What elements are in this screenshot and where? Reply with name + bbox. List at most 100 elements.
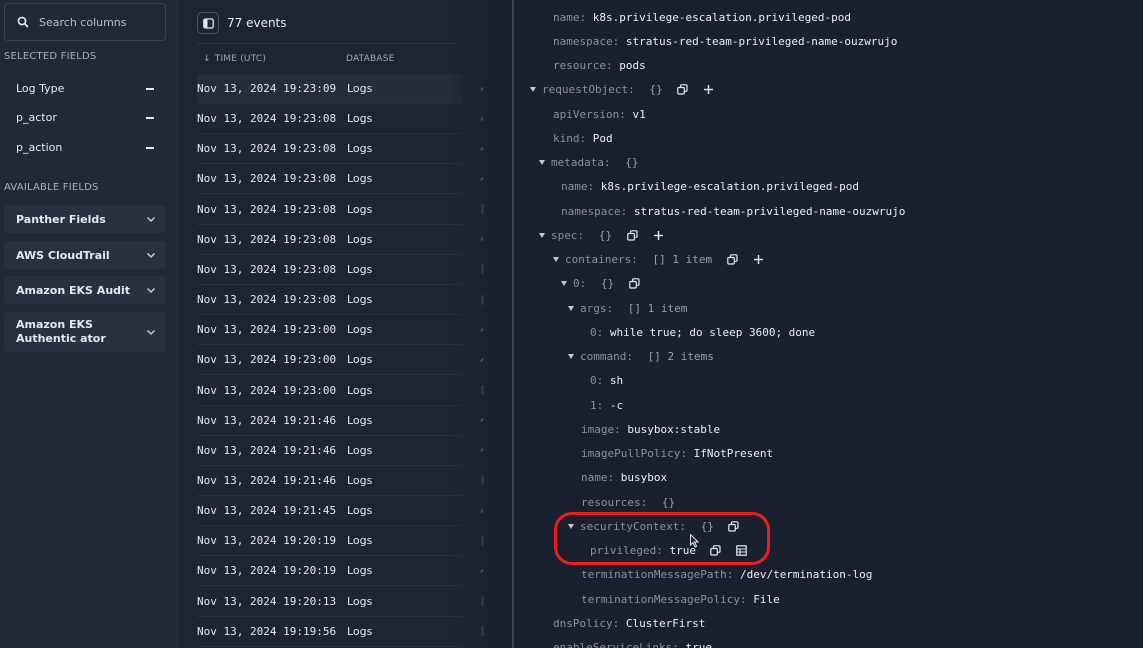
- expand-caret-icon[interactable]: [530, 87, 536, 93]
- add-column-icon[interactable]: [652, 229, 664, 241]
- event-time: Nov 13, 2024 19:23:08: [197, 112, 337, 126]
- event-time: Nov 13, 2024 19:21:45: [197, 504, 337, 518]
- json-line[interactable]: args: [] 1 item: [568, 300, 687, 316]
- event-database: Logs: [347, 624, 373, 638]
- remove-field-icon[interactable]: [146, 116, 154, 119]
- json-line[interactable]: spec: {}: [539, 227, 664, 243]
- json-key: 0: [590, 374, 597, 388]
- expand-caret-icon[interactable]: [561, 281, 567, 287]
- event-row[interactable]: Nov 13, 2024 19:23:08 Logs: [197, 195, 484, 225]
- event-row[interactable]: Nov 13, 2024 19:20:13 Logs: [197, 587, 484, 617]
- column-header-label: TIME (UTC): [214, 54, 267, 64]
- event-time: Nov 13, 2024 19:21:46: [197, 443, 337, 457]
- json-line: terminationMessagePolicy: File: [581, 591, 780, 607]
- search-columns-input[interactable]: [39, 15, 159, 29]
- json-line: enableServiceLinks: true: [553, 640, 712, 648]
- json-line: namespace: stratus-red-team-privileged-n…: [561, 203, 905, 219]
- expand-caret-icon[interactable]: [568, 305, 574, 311]
- expand-caret-icon[interactable]: [539, 232, 545, 238]
- json-colon: :: [596, 398, 610, 412]
- json-type-meta: [] 1 item: [652, 253, 713, 266]
- json-colon: :: [612, 616, 626, 630]
- event-row[interactable]: Nov 13, 2024 19:23:08 Logs: [197, 285, 484, 316]
- json-colon: :: [620, 204, 634, 218]
- field-group-eks-audit[interactable]: Amazon EKS Audit: [4, 276, 166, 304]
- event-row[interactable]: Nov 13, 2024 19:23:08 Logs: [197, 104, 484, 135]
- json-line: name: k8s.privilege-escalation.privilege…: [553, 9, 851, 25]
- event-row[interactable]: Nov 13, 2024 19:23:08 Logs: [197, 164, 484, 195]
- field-group-panther[interactable]: Panther Fields: [4, 205, 166, 233]
- event-time: Nov 13, 2024 19:23:08: [197, 202, 337, 216]
- event-time: Nov 13, 2024 19:23:00: [197, 323, 337, 337]
- event-row[interactable]: Nov 13, 2024 19:23:00 Logs: [197, 376, 484, 406]
- event-database: Logs: [347, 534, 373, 548]
- json-key: resources: [581, 495, 641, 509]
- json-colon: :: [672, 641, 686, 648]
- json-colon: :: [607, 471, 621, 485]
- event-database: Logs: [347, 232, 373, 246]
- expand-caret-icon[interactable]: [553, 257, 559, 262]
- header-divider: [197, 43, 459, 44]
- event-row[interactable]: Nov 13, 2024 19:21:45 Logs: [197, 496, 484, 527]
- json-line[interactable]: metadata: {}: [539, 155, 638, 171]
- json-key: enableServiceLinks: [553, 641, 673, 648]
- expand-caret-icon[interactable]: [539, 160, 545, 165]
- event-row[interactable]: Nov 13, 2024 19:23:08 Logs: [197, 255, 484, 285]
- json-colon: :: [631, 253, 645, 266]
- event-database: Logs: [347, 504, 373, 518]
- event-time: Nov 13, 2024 19:23:08: [197, 262, 337, 276]
- mouse-cursor-icon: [690, 534, 699, 548]
- json-key: args: [580, 301, 607, 315]
- json-colon: :: [587, 180, 601, 194]
- event-database: Logs: [347, 594, 373, 608]
- event-row[interactable]: Nov 13, 2024 19:21:46 Logs: [197, 466, 484, 496]
- remove-field-icon[interactable]: [146, 87, 154, 90]
- json-line[interactable]: containers: [] 1 item: [553, 252, 764, 268]
- field-group-cloudtrail[interactable]: AWS CloudTrail: [4, 241, 166, 269]
- json-colon: :: [612, 34, 626, 48]
- event-row[interactable]: Nov 13, 2024 19:20:19 Logs: [197, 526, 484, 557]
- json-line: name: busybox: [581, 470, 667, 486]
- column-header-time[interactable]: ↓ TIME (UTC): [203, 54, 266, 64]
- copy-icon[interactable]: [628, 278, 640, 290]
- field-group-eks-authenticator[interactable]: Amazon EKS Authentic ator: [4, 312, 166, 352]
- add-column-icon[interactable]: [703, 84, 715, 96]
- json-key: apiVersion: [553, 107, 620, 121]
- field-group-label: Panther Fields: [16, 212, 106, 226]
- json-colon: :: [628, 83, 642, 97]
- event-row[interactable]: Nov 13, 2024 19:23:00 Logs: [197, 315, 484, 346]
- json-line[interactable]: command: [] 2 items: [568, 349, 714, 365]
- event-row[interactable]: Nov 13, 2024 19:23:08 Logs: [197, 134, 484, 165]
- json-key: name: [581, 471, 608, 485]
- event-row[interactable]: Nov 13, 2024 19:21:46 Logs: [197, 406, 484, 436]
- column-header-database[interactable]: DATABASE: [346, 54, 395, 64]
- event-row[interactable]: Nov 13, 2024 19:23:00 Logs: [197, 345, 484, 376]
- json-key: 0: [590, 325, 597, 339]
- event-time: Nov 13, 2024 19:23:08: [197, 142, 337, 156]
- search-columns-field[interactable]: [4, 3, 166, 41]
- json-line[interactable]: 0: {}: [561, 276, 640, 292]
- event-row[interactable]: Nov 13, 2024 19:19:56 Logs: [197, 617, 484, 647]
- copy-icon[interactable]: [626, 229, 638, 241]
- event-row[interactable]: Nov 13, 2024 19:23:09 Logs: [197, 74, 484, 104]
- json-line: resources: {}: [581, 494, 675, 510]
- json-key: namespace: [553, 34, 613, 48]
- chevron-down-icon: [146, 329, 156, 336]
- json-value: IfNotPresent: [693, 447, 774, 460]
- copy-icon[interactable]: [726, 254, 738, 266]
- event-time: Nov 13, 2024 19:23:08: [197, 232, 337, 246]
- selected-field-label: p_action: [16, 141, 63, 154]
- copy-icon[interactable]: [677, 84, 689, 96]
- expand-caret-icon[interactable]: [568, 354, 574, 359]
- event-row[interactable]: Nov 13, 2024 19:20:19 Logs: [197, 556, 484, 587]
- field-group-label: Amazon EKS Authentic ator: [16, 318, 106, 345]
- json-colon: :: [577, 228, 591, 242]
- event-row[interactable]: Nov 13, 2024 19:23:08 Logs: [197, 225, 484, 255]
- remove-field-icon[interactable]: [146, 146, 154, 149]
- event-row[interactable]: Nov 13, 2024 19:21:46 Logs: [197, 436, 484, 466]
- json-line[interactable]: requestObject: {}: [530, 82, 715, 98]
- add-column-icon[interactable]: [752, 254, 764, 266]
- event-database: Logs: [347, 293, 373, 307]
- json-line: namespace: stratus-red-team-privileged-n…: [553, 33, 897, 49]
- toggle-sidebar-button[interactable]: [197, 12, 219, 34]
